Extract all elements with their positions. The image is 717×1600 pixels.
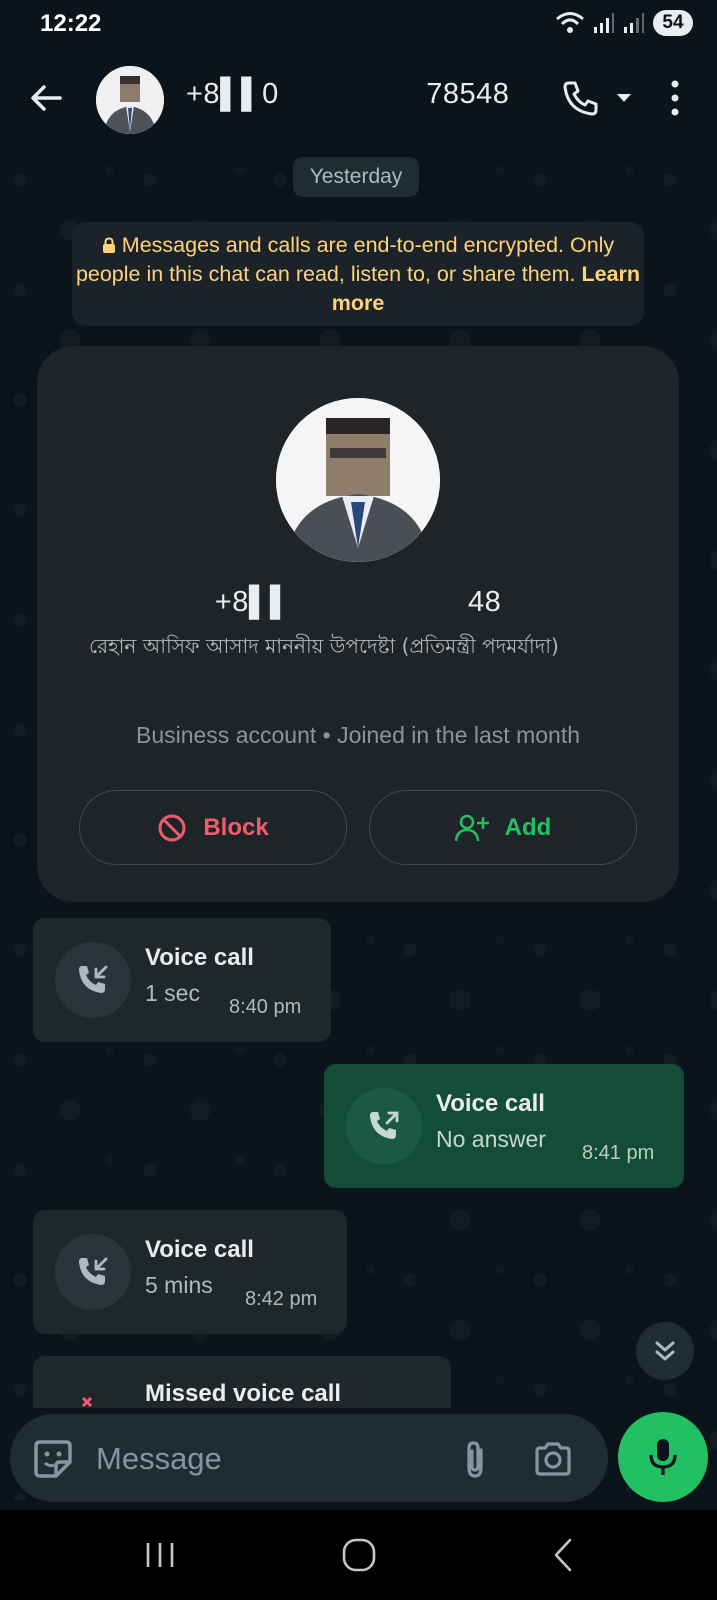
encryption-notice-text: Messages and calls are end-to-end encryp… <box>75 233 615 286</box>
status-bar: 12:22 54 <box>0 0 717 48</box>
date-separator: Yesterday <box>293 157 419 197</box>
call-title: Voice call <box>145 944 254 971</box>
call-options-caret-icon[interactable] <box>614 88 634 108</box>
message-time: 8:41 pm <box>582 1142 655 1164</box>
recents-icon[interactable] <box>140 1540 180 1570</box>
call-title: Voice call <box>436 1090 545 1117</box>
signal-icon-2 <box>624 13 644 33</box>
profile-about-text: রেহান আসিফ আসাদ মাননীয় উপদেষ্টা (প্রতিম… <box>89 634 559 658</box>
status-time: 12:22 <box>40 10 102 37</box>
sticker-icon[interactable] <box>32 1438 74 1480</box>
missed-call-icon <box>81 1396 93 1408</box>
chat-header: +8▌▌0 78548 <box>0 48 717 152</box>
call-duration: 1 sec <box>145 980 200 1006</box>
system-navigation-bar <box>0 1510 717 1600</box>
call-status: No answer <box>436 1126 546 1152</box>
add-contact-button[interactable]: Add <box>369 790 637 865</box>
scroll-to-bottom-button[interactable] <box>636 1322 694 1380</box>
avatar-photo-icon <box>96 66 164 134</box>
lock-icon <box>102 237 115 253</box>
voice-call-icon[interactable] <box>560 78 600 118</box>
contact-info-card: +8▌▌ 48 রেহান আসিফ আসাদ মাননীয় উপদেষ্টা… <box>37 346 679 902</box>
contact-name[interactable]: +8▌▌0 78548 <box>186 78 509 111</box>
call-title: Missed voice call <box>145 1380 342 1407</box>
message-input[interactable] <box>96 1434 426 1484</box>
message-bubble-outgoing[interactable]: Voice call No answer 8:41 pm <box>324 1064 684 1188</box>
microphone-icon <box>649 1439 677 1475</box>
wifi-icon <box>556 12 584 33</box>
profile-photo-icon <box>276 398 440 562</box>
double-chevron-down-icon <box>655 1341 675 1361</box>
profile-phone-number: +8▌▌ 48 <box>214 586 502 618</box>
message-time: 8:42 pm <box>245 1288 318 1310</box>
call-duration: 5 mins <box>145 1272 213 1298</box>
attach-icon[interactable] <box>454 1438 496 1480</box>
contact-avatar[interactable] <box>96 66 164 134</box>
profile-account-meta: Business account • Joined in the last mo… <box>135 722 581 748</box>
nav-back-icon[interactable] <box>548 1536 578 1574</box>
camera-icon[interactable] <box>532 1438 574 1480</box>
outgoing-call-icon <box>370 1111 399 1139</box>
add-person-icon <box>454 814 489 841</box>
voice-message-button[interactable] <box>618 1412 708 1502</box>
more-options-icon[interactable] <box>660 76 690 120</box>
home-icon[interactable] <box>340 1536 378 1574</box>
block-button-label: Block <box>203 813 269 841</box>
message-bubble-incoming[interactable]: Voice call 5 mins 8:42 pm <box>33 1210 347 1334</box>
battery-indicator: 54 <box>653 10 693 36</box>
message-bubble-incoming[interactable]: Voice call 1 sec 8:40 pm <box>33 918 331 1042</box>
add-button-label: Add <box>504 813 552 841</box>
block-button[interactable]: Block <box>79 790 347 865</box>
message-bubble-incoming[interactable]: Missed voice call <box>33 1356 451 1408</box>
message-time: 8:40 pm <box>229 996 302 1018</box>
message-composer <box>10 1414 608 1502</box>
signal-icon <box>594 13 614 33</box>
incoming-call-icon <box>79 1257 108 1285</box>
encryption-notice[interactable]: Messages and calls are end-to-end encryp… <box>72 222 644 326</box>
back-arrow-icon[interactable] <box>26 78 66 118</box>
call-icon-badge <box>346 1088 422 1164</box>
call-icon-badge <box>55 1234 131 1310</box>
status-icons: 54 <box>555 10 693 36</box>
block-icon <box>158 814 186 841</box>
call-icon-badge <box>55 942 131 1018</box>
incoming-call-icon <box>79 965 108 993</box>
profile-photo[interactable] <box>276 398 440 562</box>
call-title: Voice call <box>145 1236 254 1263</box>
